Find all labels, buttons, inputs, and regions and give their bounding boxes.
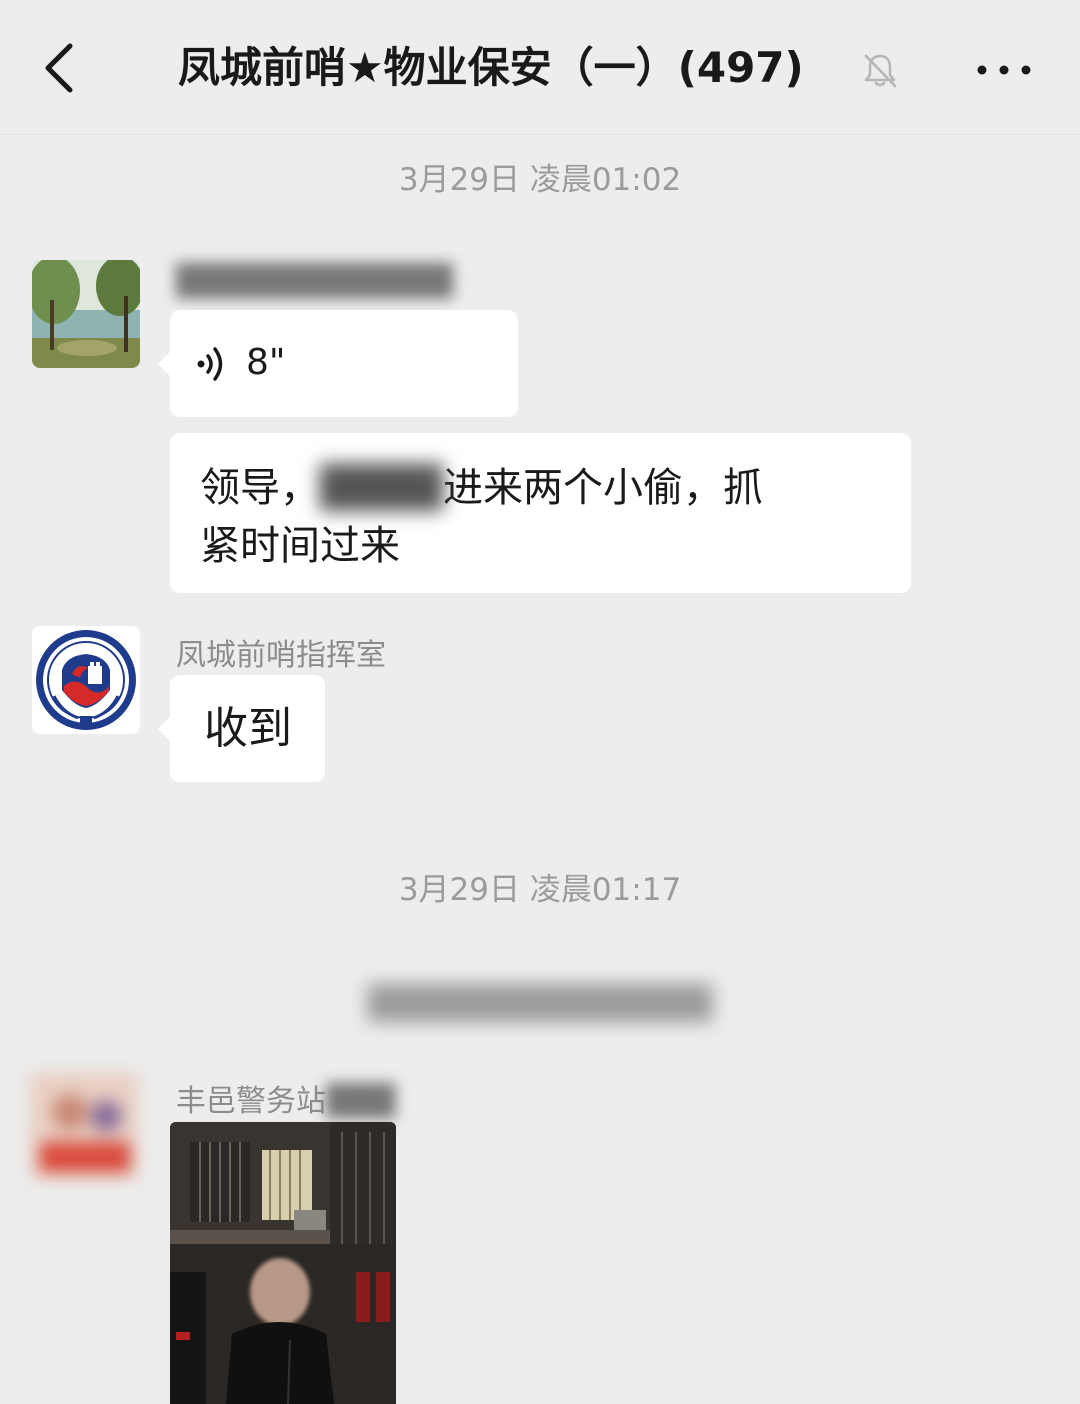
- sender-name: 丰邑警务站███: [176, 1076, 395, 1120]
- message-text: 收到: [204, 703, 292, 754]
- chevron-left-icon: [45, 43, 73, 93]
- text-message-bubble[interactable]: 领导，████进来两个小偷，抓 紧时间过来: [170, 433, 911, 593]
- voice-message-bubble[interactable]: 8": [158, 310, 518, 417]
- avatar-command-room[interactable]: [32, 626, 140, 734]
- avatar[interactable]: [32, 260, 140, 368]
- chat-header: 凤城前哨★物业保安（一）(497): [0, 0, 1080, 135]
- message-text-part3: 紧时间过来: [200, 523, 400, 569]
- timestamp: 3月29日 凌晨01:02: [398, 162, 682, 198]
- sender-name-text: 丰邑警务站: [176, 1084, 326, 1119]
- sender-name-blurred: ████████████: [176, 264, 453, 299]
- chat-title: 凤城前哨★物业保安（一）(497): [178, 43, 804, 92]
- avatar-image: [30, 1072, 138, 1180]
- landscape-avatar-image: [32, 260, 140, 368]
- sender-name: 凤城前哨指挥室: [176, 638, 386, 673]
- message-text-part1: 领导，: [200, 465, 320, 511]
- message-text: 领导，████进来两个小偷，抓 紧时间过来: [200, 459, 763, 575]
- message-text-part2: 进来两个小偷，抓: [443, 465, 764, 511]
- avatar-blurred[interactable]: [30, 1072, 138, 1180]
- voice-duration: 8": [246, 342, 286, 383]
- timestamp: 3月29日 凌晨01:17: [398, 872, 682, 908]
- image-message[interactable]: [170, 1122, 396, 1404]
- voice-icon: [197, 347, 223, 381]
- back-button[interactable]: [36, 40, 86, 96]
- sender-name-redacted: ███: [326, 1084, 396, 1119]
- photo-arrest-scene: [170, 1122, 396, 1404]
- ellipsis-icon: [977, 65, 1031, 75]
- text-message-bubble[interactable]: 收到: [158, 675, 325, 782]
- police-badge-logo: [32, 626, 140, 734]
- redacted-text: ████: [320, 465, 444, 511]
- bell-off-icon: [864, 54, 897, 88]
- system-notice-blurred: ██████████████: [367, 984, 713, 1022]
- more-button[interactable]: [968, 50, 1040, 90]
